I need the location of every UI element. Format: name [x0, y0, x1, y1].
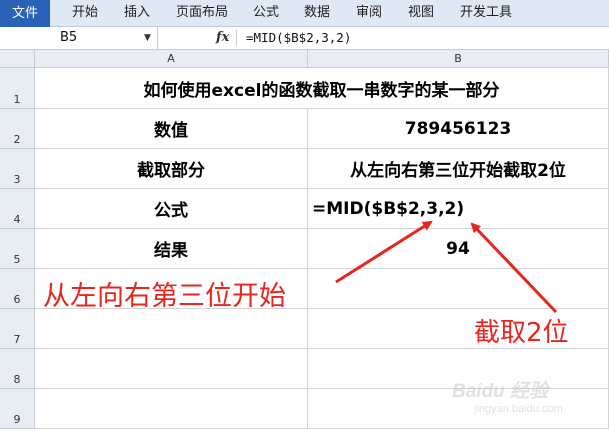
annotation-arrows [335, 220, 558, 314]
arrow-start-position [335, 220, 433, 284]
annotation-start-position: 从左向右第三位开始 [43, 281, 286, 312]
arrow-length [470, 222, 558, 314]
annotation-length: 截取2位 [474, 318, 569, 348]
baidu-watermark: Baidu 经验 jingyan.baidu.com [452, 376, 602, 430]
watermark-text: Baidu 经验 [452, 381, 549, 402]
watermark-subtext: jingyan.baidu.com [474, 403, 563, 415]
